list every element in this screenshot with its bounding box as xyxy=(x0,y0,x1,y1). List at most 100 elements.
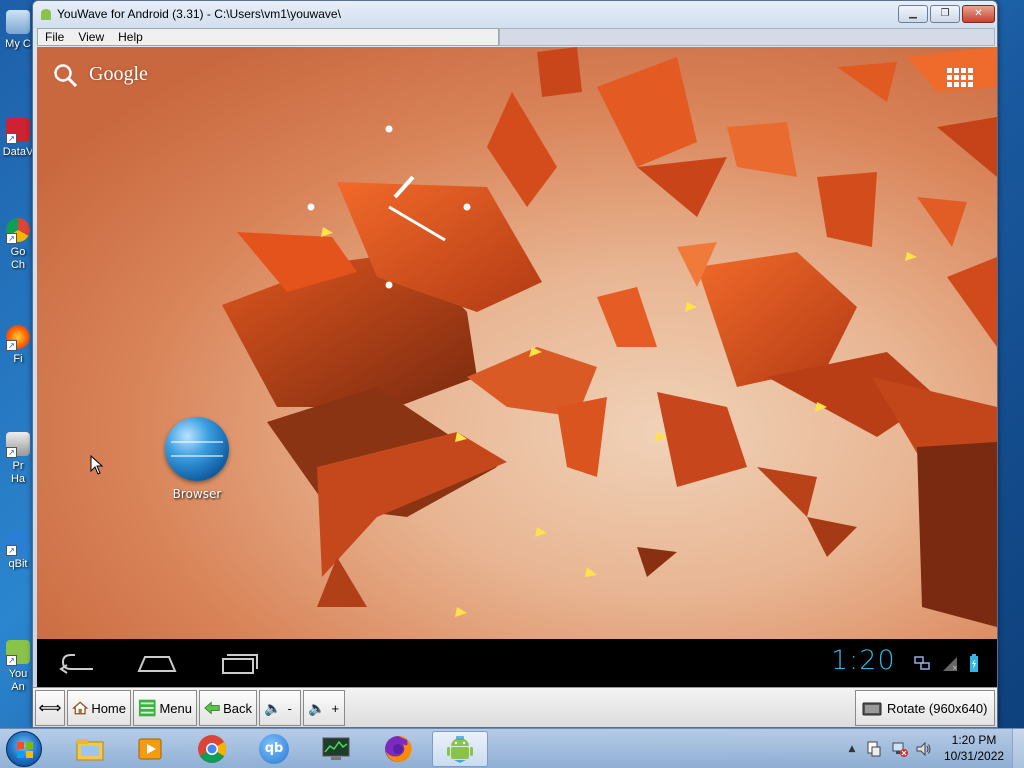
resize-arrows-icon: ⟺ xyxy=(38,700,62,717)
computer-icon xyxy=(6,10,30,34)
action-center-icon[interactable] xyxy=(866,741,882,757)
youwave-android-icon xyxy=(447,736,473,763)
taskbar-task-manager[interactable] xyxy=(308,731,364,767)
back-button[interactable]: Back xyxy=(199,690,257,726)
task-manager-icon xyxy=(322,737,350,760)
program-icon: ↗ xyxy=(6,432,30,458)
menu-icon xyxy=(138,699,156,717)
data-icon: ↗ xyxy=(6,118,30,144)
rotate-button[interactable]: Rotate (960x640) xyxy=(855,690,995,726)
rotate-label: Rotate (960x640) xyxy=(887,700,988,716)
browser-shortcut[interactable]: Browser xyxy=(159,417,235,501)
speaker-icon: 🔈 xyxy=(264,699,282,716)
android-nav-bar: 1:20 × xyxy=(37,639,997,687)
windows-taskbar: qb ▲ 1:20 PM 10/31/2022 xyxy=(0,728,1024,768)
start-button[interactable] xyxy=(6,731,42,767)
wallpaper-shards xyxy=(222,47,997,627)
search-icon[interactable] xyxy=(53,63,79,89)
taskbar-media-player[interactable] xyxy=(122,731,178,767)
chrome-icon: ↗ xyxy=(6,218,30,244)
recent-apps-icon[interactable] xyxy=(217,649,261,677)
firefox-icon xyxy=(385,735,412,762)
apps-grid-icon[interactable] xyxy=(947,68,975,87)
minimize-icon: ▁ xyxy=(909,8,917,19)
connection-icon xyxy=(914,656,930,670)
taskbar-clock-date[interactable]: 10/31/2022 xyxy=(944,749,1004,763)
minimize-button[interactable]: ▁ xyxy=(898,5,928,23)
speaker-icon: 🔈 xyxy=(308,699,326,716)
window-titlebar[interactable]: YouWave for Android (3.31) - C:\Users\vm… xyxy=(33,1,997,28)
desktop-icon-youwave[interactable]: ↗ You An xyxy=(0,640,36,694)
mouse-cursor-icon xyxy=(90,455,104,475)
volume-down-label: - xyxy=(287,700,292,716)
menu-bar-filler xyxy=(499,28,995,46)
taskbar-clock-time[interactable]: 1:20 PM xyxy=(944,733,1004,747)
desktop-icon-qbittorrent[interactable]: ↗ qBit xyxy=(0,530,36,571)
volume-up-label: + xyxy=(331,700,340,716)
home-label: Home xyxy=(91,700,126,716)
browser-label: Browser xyxy=(172,487,222,501)
file-explorer-icon xyxy=(76,739,104,761)
android-app-icon xyxy=(41,9,51,20)
home-icon[interactable] xyxy=(135,649,179,677)
back-label: Back xyxy=(223,700,252,716)
close-icon: ✕ xyxy=(974,8,983,19)
desktop-icon-label: Go Ch xyxy=(10,246,26,271)
desktop-icon-program[interactable]: ↗ Pr Ha xyxy=(0,432,36,486)
volume-down-button[interactable]: 🔈 - xyxy=(259,690,301,726)
qbittorrent-icon: qb xyxy=(259,734,289,764)
desktop-icon-my-computer[interactable]: My C xyxy=(0,10,36,51)
taskbar-file-explorer[interactable] xyxy=(62,731,118,767)
taskbar-firefox[interactable] xyxy=(370,731,426,767)
desktop-icon-label: Pr Ha xyxy=(10,460,26,485)
volume-icon[interactable] xyxy=(916,741,932,757)
window-title: YouWave for Android (3.31) - C:\Users\vm… xyxy=(57,7,341,21)
youwave-window: YouWave for Android (3.31) - C:\Users\vm… xyxy=(32,0,998,728)
menu-bar: File View Help xyxy=(37,28,499,46)
close-button[interactable]: ✕ xyxy=(962,5,995,23)
desktop-icon-firefox[interactable]: ↗ Fi xyxy=(0,325,36,366)
menu-button[interactable]: Menu xyxy=(133,690,197,726)
android-screen[interactable]: Google Browser 1:20 × xyxy=(37,47,997,687)
resize-button[interactable]: ⟺ xyxy=(35,690,65,726)
desktop-icon-data[interactable]: ↗ DataV xyxy=(0,118,36,159)
house-icon xyxy=(72,701,89,715)
qbittorrent-icon-text: qb xyxy=(264,741,284,756)
menu-help[interactable]: Help xyxy=(111,30,150,44)
maximize-button[interactable]: ❐ xyxy=(930,5,960,23)
qbittorrent-icon: ↗ xyxy=(6,530,30,556)
desktop-icon-label: My C xyxy=(5,38,31,50)
firefox-icon: ↗ xyxy=(6,325,30,351)
taskbar-youwave[interactable] xyxy=(432,731,488,767)
show-hidden-icons-icon[interactable]: ▲ xyxy=(844,741,860,757)
google-search-label[interactable]: Google xyxy=(89,63,148,86)
battery-icon xyxy=(970,654,978,672)
status-clock: 1:20 xyxy=(831,645,896,676)
windows-logo-icon xyxy=(17,742,33,758)
desktop-icon-label: qBit xyxy=(8,558,28,570)
emulator-toolbar: ⟺ Home Menu Back 🔈 - 🔈 + Rotate (960x640… xyxy=(33,687,997,727)
volume-up-button[interactable]: 🔈 + xyxy=(303,690,345,726)
menu-view[interactable]: View xyxy=(71,30,111,44)
desktop-icon-chrome[interactable]: ↗ Go Ch xyxy=(0,218,36,272)
back-arrow-icon xyxy=(204,701,220,715)
desktop-icon-label: Fi xyxy=(13,353,23,365)
svg-text:×: × xyxy=(952,664,958,672)
back-icon[interactable] xyxy=(57,649,101,677)
desktop-icon-label: DataV xyxy=(2,146,34,158)
home-button[interactable]: Home xyxy=(67,690,131,726)
media-player-icon xyxy=(138,738,162,760)
taskbar-qbittorrent[interactable]: qb xyxy=(246,731,302,767)
browser-globe-icon xyxy=(165,417,229,481)
menu-file[interactable]: File xyxy=(38,30,71,44)
maximize-icon: ❐ xyxy=(940,8,950,19)
taskbar-chrome[interactable] xyxy=(184,731,240,767)
network-error-icon[interactable] xyxy=(892,741,908,757)
desktop-icon-label: You An xyxy=(8,668,28,693)
show-desktop-button[interactable] xyxy=(1012,729,1024,768)
menu-label: Menu xyxy=(159,700,192,716)
signal-icon: × xyxy=(943,657,958,672)
youwave-icon: ↗ xyxy=(6,640,30,666)
rotate-device-icon xyxy=(862,702,882,716)
chrome-icon xyxy=(198,735,226,763)
